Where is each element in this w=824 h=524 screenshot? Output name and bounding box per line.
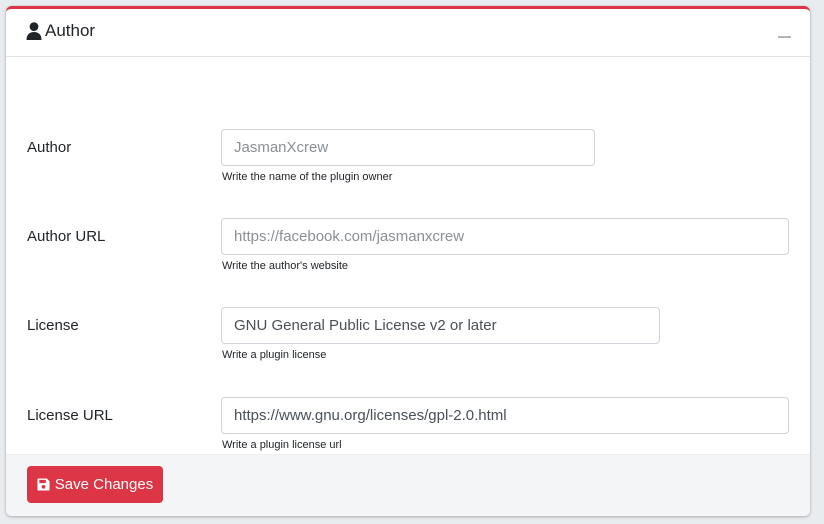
license-help: Write a plugin license — [222, 349, 327, 361]
license-url-input[interactable] — [221, 397, 789, 434]
card-footer: Save Changes — [6, 454, 810, 516]
floppy-disk-icon — [37, 478, 50, 491]
user-icon — [26, 22, 42, 40]
save-changes-button[interactable]: Save Changes — [27, 466, 163, 503]
author-url-help: Write the author's website — [222, 260, 349, 272]
collapse-button[interactable] — [778, 27, 792, 41]
author-card: Author Author Write the name of the plug… — [6, 6, 810, 516]
license-label: License — [27, 317, 79, 334]
card-title-text: Author — [45, 21, 96, 40]
save-changes-label: Save Changes — [54, 476, 154, 493]
author-input[interactable] — [221, 129, 595, 166]
license-url-help: Write a plugin license url — [222, 439, 342, 451]
card-title: Author — [26, 21, 95, 41]
minus-icon — [778, 36, 791, 38]
author-url-label: Author URL — [27, 228, 106, 245]
author-label: Author — [27, 139, 72, 156]
license-input[interactable] — [221, 307, 660, 344]
author-help: Write the name of the plugin owner — [222, 171, 393, 183]
card-header: Author — [6, 9, 810, 57]
license-url-label: License URL — [27, 407, 113, 424]
author-url-input[interactable] — [221, 218, 789, 255]
card-body: Author Write the name of the plugin owne… — [6, 57, 810, 455]
